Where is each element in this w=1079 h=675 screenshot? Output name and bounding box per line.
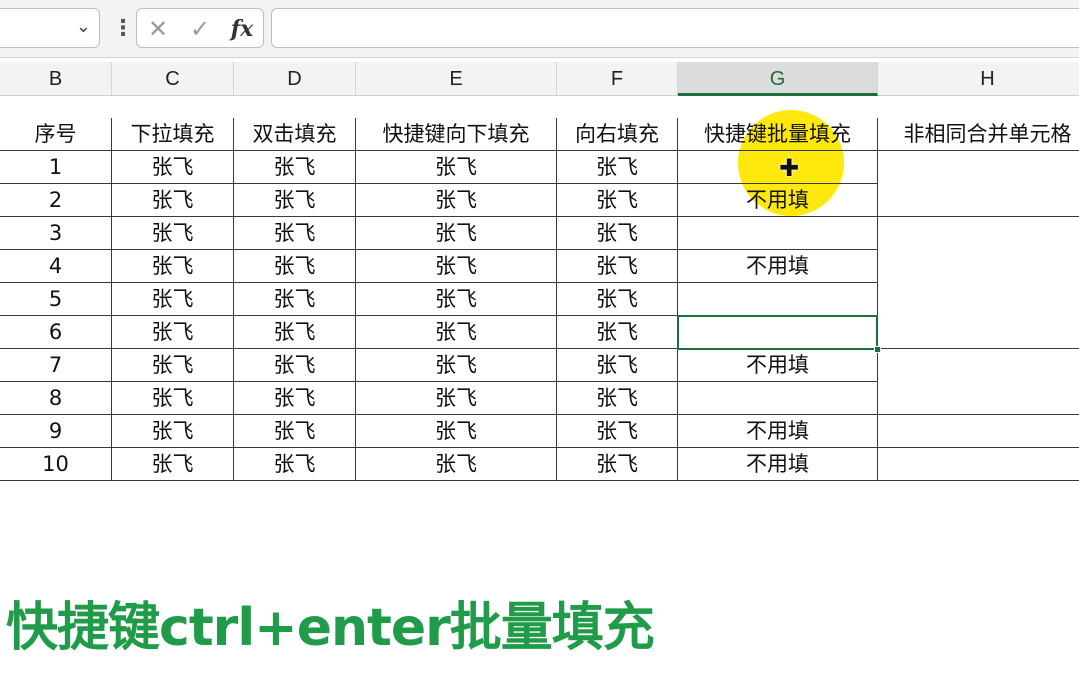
table-cell[interactable]: 张飞 [356,283,557,316]
more-options-icon[interactable]: ⋮ [112,14,134,44]
table-cell[interactable]: 3 [0,217,112,250]
table-cell[interactable]: 张飞 [234,283,356,316]
column-headers: BCDEFGH [0,62,1079,96]
insert-function-icon[interactable]: fx [227,15,257,43]
table-cell[interactable]: 10 [0,448,112,481]
table-cell[interactable]: 不用填 [678,349,878,382]
table-cell[interactable]: 张飞 [557,283,678,316]
table-cell[interactable]: 4 [0,250,112,283]
table-cell[interactable]: 不用填 [678,415,878,448]
table-cell[interactable]: 张飞 [112,250,234,283]
table-cell[interactable]: 张飞 [234,382,356,415]
table-cell[interactable]: 张飞 [356,250,557,283]
table-cell[interactable]: 张飞 [557,415,678,448]
table-cell[interactable]: 6 [0,316,112,349]
table-cell[interactable]: 7 [0,349,112,382]
column-header-e[interactable]: E [356,62,557,96]
table-cell[interactable]: 张飞 [356,217,557,250]
table-cell[interactable]: 张飞 [112,349,234,382]
table-cell[interactable]: 张飞 [112,448,234,481]
name-box[interactable]: ⌄ [0,8,100,48]
empty-cell[interactable] [678,151,878,184]
merged-cell[interactable] [878,151,1079,217]
fill-handle[interactable] [874,346,881,353]
formula-bar: ⌄ ⋮ ✕ ✓ fx [0,0,1079,58]
table-header-cell[interactable]: 向右填充 [557,118,678,151]
table-cell[interactable]: 张飞 [557,184,678,217]
table-cell[interactable]: 张飞 [557,316,678,349]
table-cell[interactable]: 张飞 [557,349,678,382]
column-header-g[interactable]: G [678,62,878,96]
column-header-b[interactable]: B [0,62,112,96]
table-cell[interactable]: 张飞 [112,151,234,184]
table-cell[interactable]: 9 [0,415,112,448]
table-cell[interactable]: 张飞 [234,415,356,448]
column-header-f[interactable]: F [557,62,678,96]
table-cell[interactable]: 张飞 [234,184,356,217]
column-header-c[interactable]: C [112,62,234,96]
table-cell[interactable]: 张飞 [356,184,557,217]
merged-cell[interactable] [878,217,1079,349]
table-cell[interactable]: 张飞 [234,349,356,382]
table-header-cell[interactable]: 下拉填充 [112,118,234,151]
table-cell[interactable]: 张飞 [234,250,356,283]
confirm-icon[interactable]: ✓ [185,15,215,43]
table-cell[interactable]: 张飞 [112,415,234,448]
empty-cell[interactable] [678,283,878,316]
table-cell[interactable]: 张飞 [557,151,678,184]
table-cell[interactable]: 张飞 [557,382,678,415]
column-header-d[interactable]: D [234,62,356,96]
table-header-cell[interactable]: 非相同合并单元格 [878,118,1079,151]
table-cell[interactable]: 张飞 [234,316,356,349]
table-cell[interactable]: 张飞 [112,316,234,349]
table-cell[interactable]: 1 [0,151,112,184]
merged-cell[interactable] [878,415,1079,448]
table-cell[interactable]: 不用填 [678,250,878,283]
table-header-cell[interactable]: 序号 [0,118,112,151]
merged-cell[interactable] [878,349,1079,415]
table-cell[interactable]: 张飞 [557,250,678,283]
table-cell[interactable]: 张飞 [356,316,557,349]
cancel-icon[interactable]: ✕ [143,15,173,43]
table-cell[interactable]: 张飞 [112,283,234,316]
table-cell[interactable]: 张飞 [356,382,557,415]
table-cell[interactable]: 张飞 [557,217,678,250]
table-cell[interactable]: 张飞 [234,151,356,184]
table-cell[interactable]: 张飞 [112,382,234,415]
formula-buttons: ✕ ✓ fx [136,8,264,48]
chevron-down-icon[interactable]: ⌄ [76,16,91,37]
merged-cell[interactable] [878,448,1079,481]
table-cell[interactable]: 张飞 [356,415,557,448]
table-cell[interactable]: 不用填 [678,184,878,217]
formula-input[interactable] [271,8,1079,48]
empty-cell[interactable] [678,217,878,250]
table-cell[interactable]: 张飞 [356,151,557,184]
mouse-cursor-icon: ✚ [779,154,800,182]
table-cell[interactable]: 张飞 [356,448,557,481]
empty-cell[interactable] [678,382,878,415]
table-cell[interactable]: 5 [0,283,112,316]
table-cell[interactable]: 不用填 [678,448,878,481]
table-cell[interactable]: 2 [0,184,112,217]
table-cell[interactable]: 张飞 [356,349,557,382]
caption-text: 快捷键ctrl+enter批量填充 [6,598,655,658]
table-cell[interactable]: 8 [0,382,112,415]
table-cell[interactable]: 张飞 [112,184,234,217]
table-header-cell[interactable]: 快捷键批量填充 [678,118,878,151]
table-header-cell[interactable]: 快捷键向下填充 [356,118,557,151]
table-header-cell[interactable]: 双击填充 [234,118,356,151]
active-cell-border [677,315,878,350]
column-header-h[interactable]: H [878,62,1079,96]
table-cell[interactable]: 张飞 [557,448,678,481]
table-cell[interactable]: 张飞 [234,448,356,481]
table-cell[interactable]: 张飞 [234,217,356,250]
table-cell[interactable]: 张飞 [112,217,234,250]
